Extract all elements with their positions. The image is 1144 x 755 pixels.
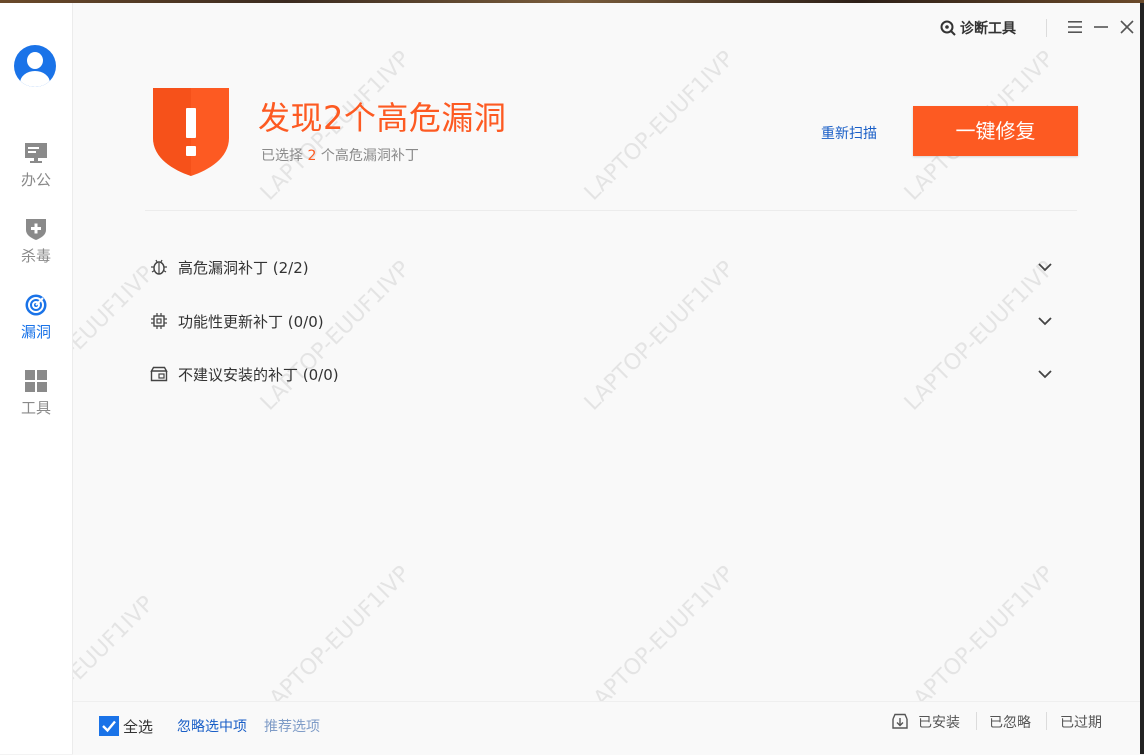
ignore-selected-link[interactable]: 忽略选中项 (177, 716, 247, 736)
expired-link[interactable]: 已过期 (1060, 712, 1102, 732)
titlebar-divider (1046, 19, 1047, 37)
sidebar-item-label: 办公 (20, 171, 51, 189)
watermark: LAPTOP-EUUF1IVP (900, 561, 1060, 721)
summary-suffix: 个高危漏洞补丁 (320, 148, 419, 164)
menu-icon[interactable] (1067, 19, 1083, 35)
sidebar-item-label: 杀毒 (20, 247, 51, 265)
grid-icon (25, 370, 47, 392)
summary-prefix: 已选择 (261, 148, 303, 164)
chevron-down-icon[interactable] (1036, 365, 1054, 383)
patch-group-feature-update[interactable]: 功能性更新补丁 (0/0) (150, 306, 1060, 336)
minimize-icon[interactable] (1093, 19, 1109, 35)
chevron-down-icon[interactable] (1036, 312, 1054, 330)
footer-bar: 全选 忽略选中项 推荐选项 已安装 已忽略 已过期 (73, 701, 1140, 755)
diagnostic-tool-label: 诊断工具 (960, 21, 1016, 37)
monitor-icon (25, 143, 47, 163)
sidebar-item-antivirus[interactable]: 杀毒 (0, 217, 72, 287)
diagnostic-icon (940, 20, 956, 36)
recommended-options-link[interactable]: 推荐选项 (264, 716, 320, 736)
sidebar-item-vulnerability[interactable]: 漏洞 (0, 293, 72, 363)
chip-icon (151, 313, 167, 329)
watermark: LAPTOP-EUUF1IVP (580, 46, 740, 206)
patch-group-label: 高危漏洞补丁 (2/2) (178, 259, 309, 277)
patch-group-not-recommended[interactable]: 不建议安装的补丁 (0/0) (150, 359, 1060, 389)
selection-summary: 已选择 2 个高危漏洞补丁 (261, 145, 419, 165)
installed-link[interactable]: 已安装 (918, 712, 960, 732)
sidebar: 办公 杀毒 漏洞 工具 (0, 3, 73, 754)
watermark: LAPTOP-EUUF1IVP (256, 561, 416, 721)
close-icon[interactable] (1119, 19, 1135, 35)
sidebar-item-label: 漏洞 (20, 323, 51, 341)
select-all-checkbox[interactable] (99, 716, 119, 736)
summary-count: 2 (307, 148, 317, 164)
shield-plus-icon (26, 219, 46, 240)
warning-shield-icon (153, 88, 229, 176)
rescan-link[interactable]: 重新扫描 (821, 123, 877, 143)
patch-group-high-risk[interactable]: 高危漏洞补丁 (2/2) (150, 252, 1060, 282)
sidebar-item-tools[interactable]: 工具 (0, 369, 72, 439)
bug-icon (151, 259, 167, 275)
patch-group-label: 功能性更新补丁 (0/0) (178, 313, 324, 331)
app-window: LAPTOP-EUUF1IVP LAPTOP-EUUF1IVP LAPTOP-E… (0, 3, 1144, 755)
select-all-label[interactable]: 全选 (123, 716, 153, 737)
section-divider (145, 210, 1077, 211)
sidebar-item-label: 工具 (20, 399, 51, 417)
diagnostic-tool-button[interactable]: 诊断工具 (940, 17, 1016, 39)
page-title: 发现2个高危漏洞 (258, 99, 507, 137)
chevron-down-icon[interactable] (1036, 258, 1054, 276)
patch-group-label: 不建议安装的补丁 (0/0) (178, 366, 339, 384)
package-icon (150, 366, 168, 382)
footer-divider (976, 712, 977, 730)
ignored-link[interactable]: 已忽略 (989, 712, 1031, 732)
footer-divider (1046, 712, 1047, 730)
installed-icon (892, 713, 908, 729)
watermark: LAPTOP-EUUF1IVP (580, 561, 740, 721)
one-click-fix-button[interactable]: 一键修复 (913, 106, 1078, 156)
user-avatar-icon[interactable] (14, 45, 56, 87)
radar-icon (25, 294, 47, 316)
sidebar-item-office[interactable]: 办公 (0, 141, 72, 211)
